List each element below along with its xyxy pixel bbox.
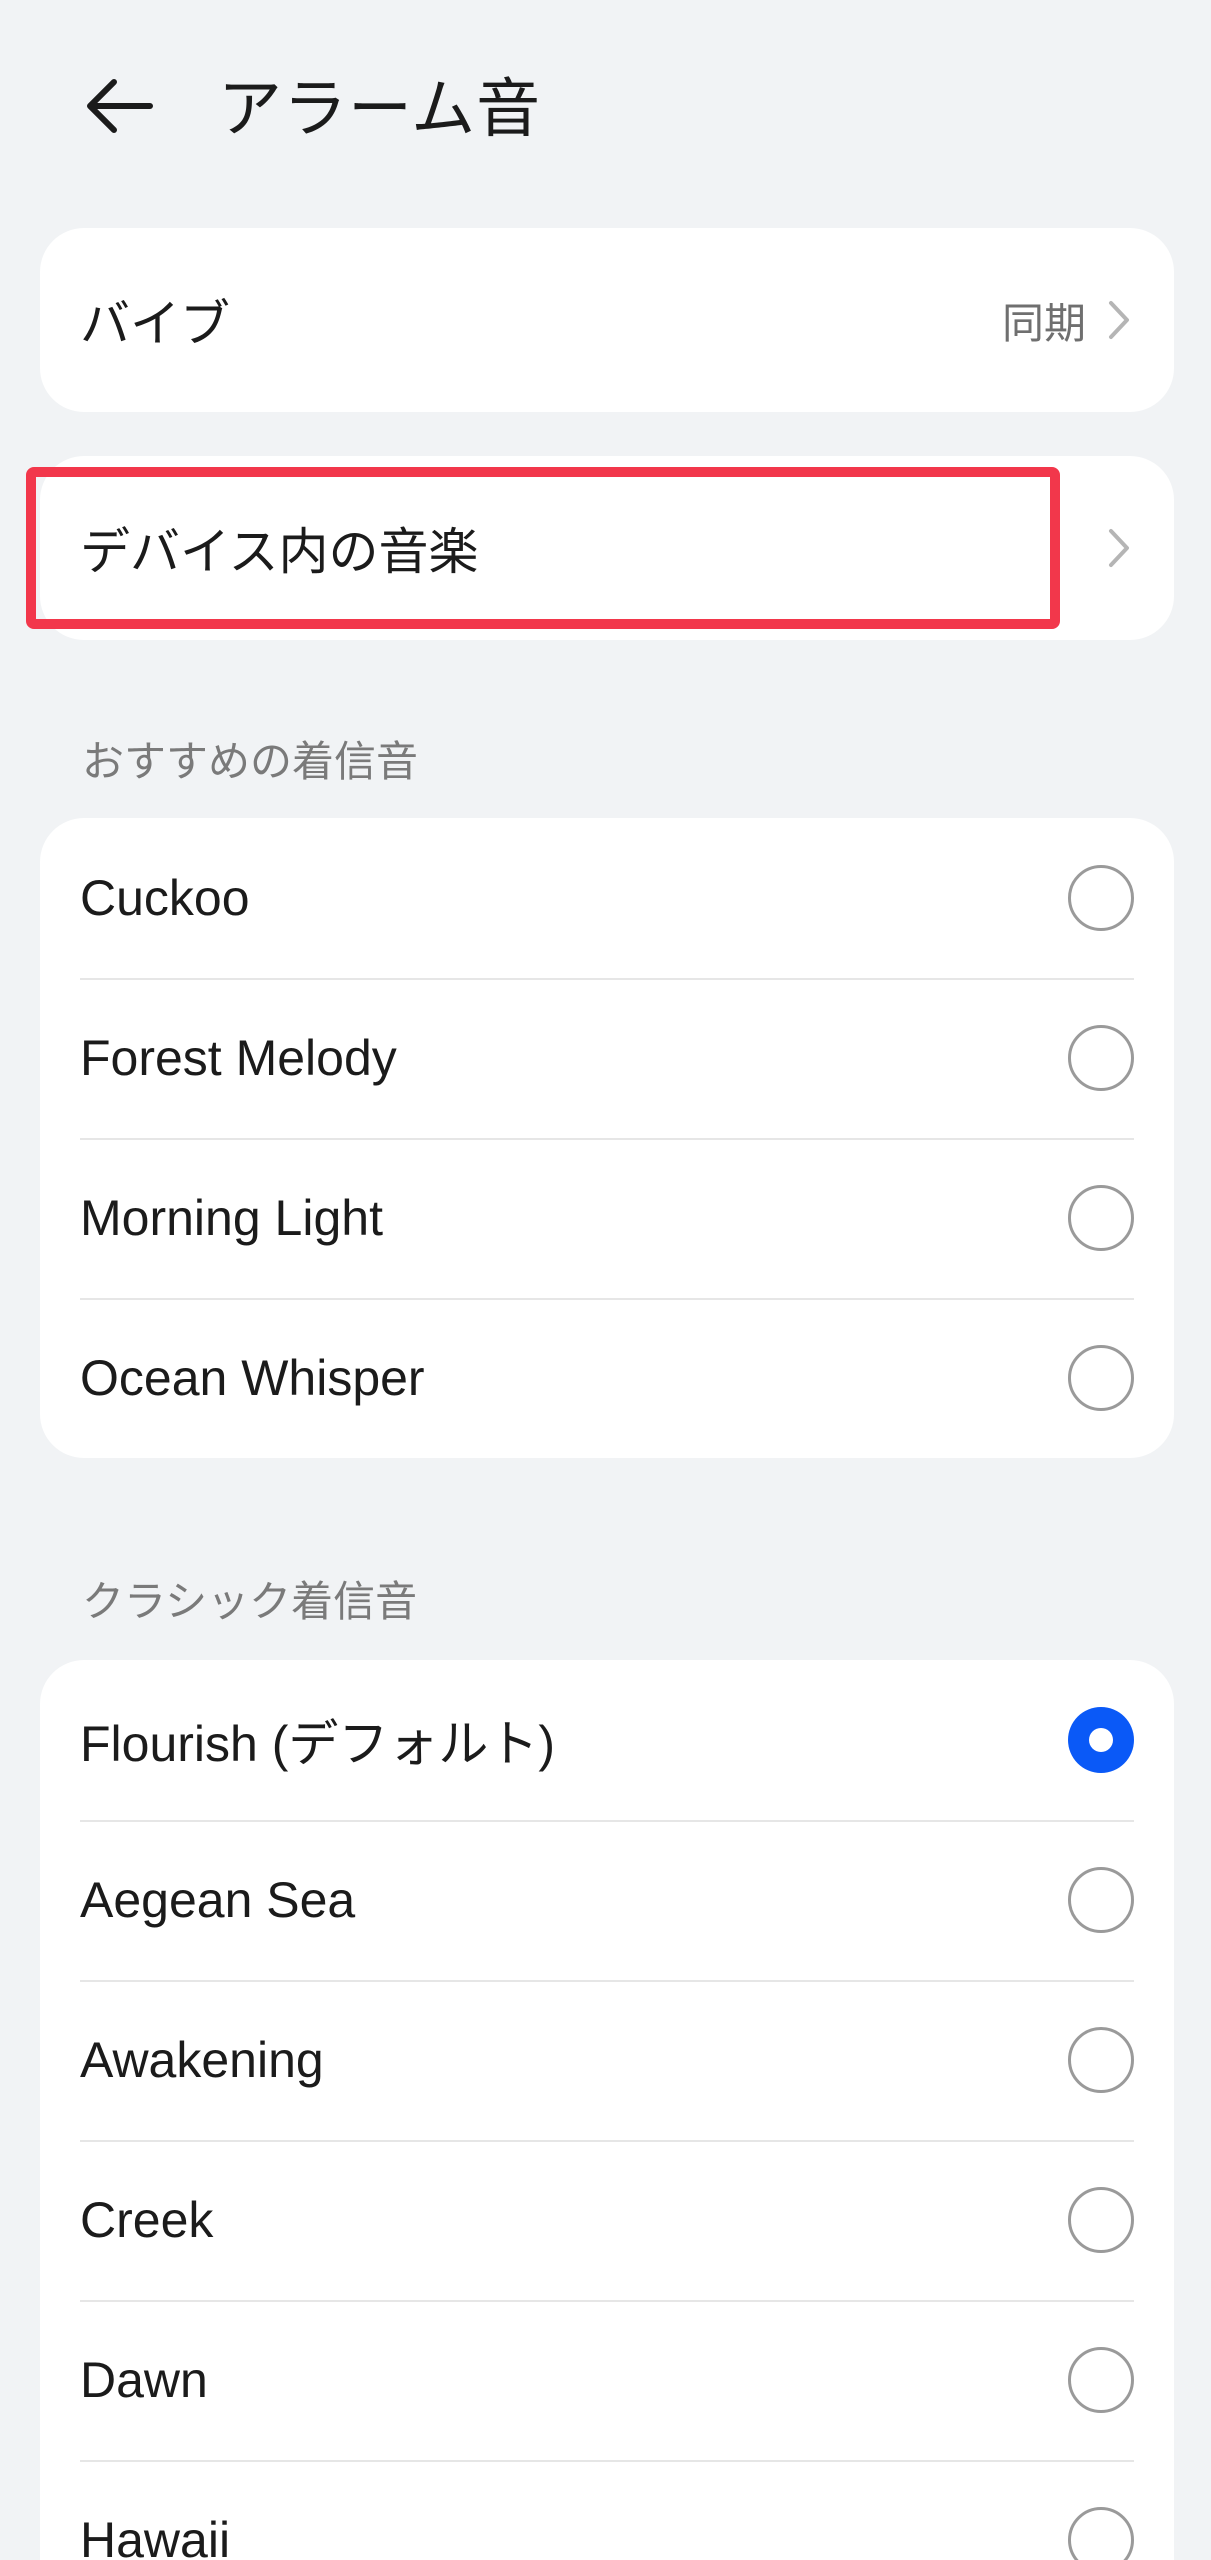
- app-bar: アラーム音: [0, 0, 1211, 220]
- device-music-card: デバイス内の音楽: [40, 456, 1174, 640]
- device-music-label: デバイス内の音楽: [80, 524, 479, 580]
- radio-button[interactable]: [1068, 865, 1134, 931]
- vibration-label: バイブ: [80, 296, 230, 352]
- radio-button[interactable]: [1068, 1867, 1134, 1933]
- classic-section-title: クラシック着信音: [82, 1577, 418, 1626]
- vibration-value: 同期: [1001, 298, 1086, 348]
- vibration-row[interactable]: バイブ 同期: [40, 228, 1174, 412]
- ringtone-row[interactable]: Creek: [40, 2140, 1174, 2300]
- device-music-row[interactable]: デバイス内の音楽: [40, 456, 1174, 640]
- back-button[interactable]: [70, 58, 170, 158]
- radio-button[interactable]: [1068, 1025, 1134, 1091]
- arrow-left-icon: [84, 76, 156, 140]
- ringtone-row[interactable]: Awakening: [40, 1980, 1174, 2140]
- ringtone-label: Morning Light: [80, 1190, 383, 1246]
- chevron-right-icon: [1104, 525, 1134, 571]
- ringtone-label: Hawaii: [80, 2512, 231, 2560]
- radio-dot: [1089, 1728, 1113, 1752]
- ringtone-row[interactable]: Forest Melody: [40, 978, 1174, 1138]
- ringtone-row[interactable]: Hawaii: [40, 2460, 1174, 2560]
- alarm-sound-screen: アラーム音 バイブ 同期 デバイス内の音楽 おすすめの着信音 Cuckoo For: [0, 0, 1211, 2560]
- ringtone-label: Cuckoo: [80, 870, 250, 926]
- ringtone-label: Awakening: [80, 2032, 324, 2088]
- radio-button-selected[interactable]: [1068, 1707, 1134, 1773]
- ringtone-label: Dawn: [80, 2352, 208, 2408]
- ringtone-row[interactable]: Morning Light: [40, 1138, 1174, 1298]
- classic-ringtone-list: Flourish (デフォルト) Aegean Sea Awakening Creek…: [40, 1660, 1174, 2560]
- chevron-right-icon: [1104, 297, 1134, 343]
- radio-button[interactable]: [1068, 1345, 1134, 1411]
- ringtone-row[interactable]: Aegean Sea: [40, 1820, 1174, 1980]
- ringtone-row[interactable]: Ocean Whisper: [40, 1298, 1174, 1458]
- ringtone-label: Forest Melody: [80, 1030, 397, 1086]
- page-title: アラーム音: [218, 73, 542, 147]
- recommended-ringtone-list: Cuckoo Forest Melody Morning Light Ocean Wh…: [40, 818, 1174, 1458]
- radio-button[interactable]: [1068, 2187, 1134, 2253]
- radio-button[interactable]: [1068, 2507, 1134, 2560]
- ringtone-label: Ocean Whisper: [80, 1350, 425, 1406]
- ringtone-label: Aegean Sea: [80, 1872, 356, 1928]
- ringtone-label: Flourish (デフォルト): [80, 1716, 556, 1772]
- ringtone-row[interactable]: Flourish (デフォルト): [40, 1660, 1174, 1820]
- vibration-card: バイブ 同期: [40, 228, 1174, 412]
- recommended-section-title: おすすめの着信音: [82, 737, 419, 786]
- ringtone-row[interactable]: Dawn: [40, 2300, 1174, 2460]
- radio-button[interactable]: [1068, 2347, 1134, 2413]
- ringtone-label: Creek: [80, 2192, 214, 2248]
- ringtone-row[interactable]: Cuckoo: [40, 818, 1174, 978]
- radio-button[interactable]: [1068, 2027, 1134, 2093]
- radio-button[interactable]: [1068, 1185, 1134, 1251]
